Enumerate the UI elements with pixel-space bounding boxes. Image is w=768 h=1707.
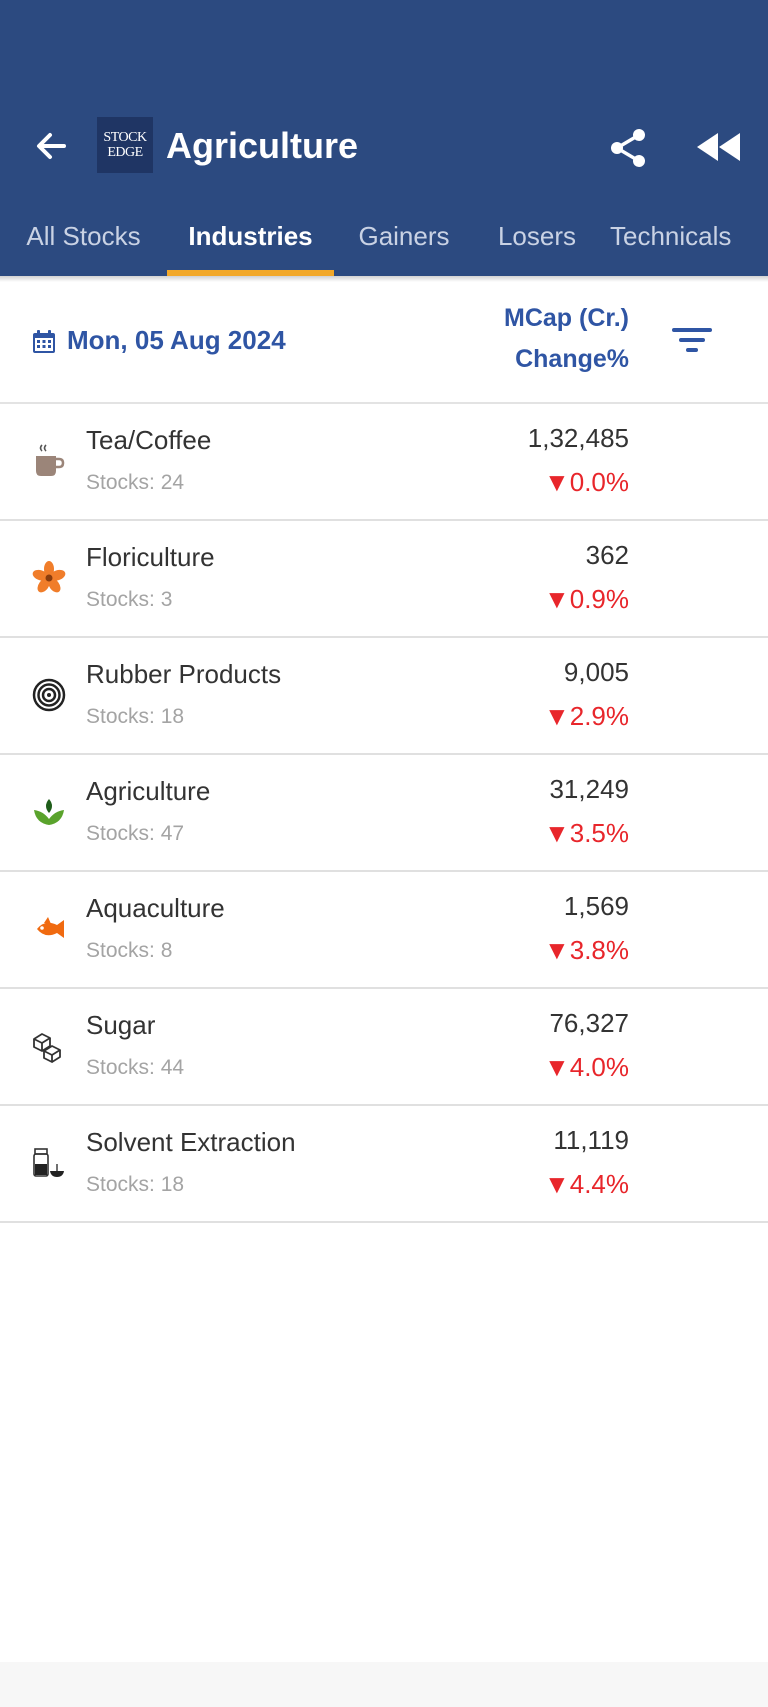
stock-count: Stocks: 18 [86, 1173, 185, 1196]
change-value: ▼3.8% [544, 935, 629, 965]
industry-name: Solvent Extraction [86, 1127, 296, 1157]
sugar-cubes-icon [33, 1033, 61, 1063]
stock-count: Stocks: 8 [86, 939, 173, 962]
mcap-value: 9,005 [563, 657, 629, 687]
mcap-value: 76,327 [549, 1008, 629, 1038]
industry-name: Floriculture [86, 542, 215, 572]
share-icon[interactable] [604, 124, 652, 172]
rubber-coil-icon [32, 678, 66, 712]
fish-icon [37, 917, 64, 938]
industry-row-solvent-extraction[interactable]: Solvent Extraction Stocks: 18 11,119 ▼4.… [0, 1106, 768, 1223]
date-selector[interactable]: Mon, 05 Aug 2024 [67, 322, 286, 358]
industry-row-sugar[interactable]: Sugar Stocks: 44 76,327 ▼4.0% [0, 989, 768, 1106]
industry-row-rubber-products[interactable]: Rubber Products Stocks: 18 9,005 ▼2.9% [0, 638, 768, 755]
industry-name: Rubber Products [86, 659, 282, 689]
change-value: ▼2.9% [544, 701, 629, 731]
tab-technicals[interactable]: Technicals [610, 210, 768, 276]
industry-row-tea-coffee[interactable]: Tea/Coffee Stocks: 24 1,32,485 ▼0.0% [0, 404, 768, 521]
mcap-value: 1,569 [563, 891, 629, 921]
page-title: Agriculture [166, 125, 359, 166]
industry-row-agriculture[interactable]: Agriculture Stocks: 47 31,249 ▼3.5% [0, 755, 768, 872]
change-column-header[interactable]: Change% [515, 341, 629, 377]
change-value: ▼3.5% [544, 818, 629, 848]
filter-bar: Mon, 05 Aug 2024 MCap (Cr.) Change% [0, 282, 768, 404]
solvent-jar-icon [33, 1148, 64, 1177]
change-value: ▼4.4% [544, 1169, 629, 1199]
mcap-value: 1,32,485 [527, 423, 629, 453]
calendar-icon[interactable] [31, 329, 57, 355]
change-value: ▼4.0% [544, 1052, 629, 1082]
tab-industries[interactable]: Industries [167, 210, 334, 276]
change-value: ▼0.0% [544, 467, 629, 497]
tab-losers[interactable]: Losers [474, 210, 600, 276]
arrow-left-icon[interactable] [30, 124, 74, 168]
stockedge-logo: STOCK EDGE [97, 117, 153, 173]
tab-bar: All Stocks Industries Gainers Losers Tec… [0, 210, 768, 276]
mcap-value: 362 [585, 540, 629, 570]
plant-icon [34, 799, 64, 825]
mcap-value: 31,249 [549, 774, 629, 804]
app-bar: STOCK EDGE Agriculture All Stocks Indust… [0, 0, 768, 276]
coffee-cup-icon [36, 444, 65, 476]
stock-count: Stocks: 44 [86, 1056, 185, 1079]
tab-gainers[interactable]: Gainers [334, 210, 474, 276]
stock-count: Stocks: 47 [86, 822, 185, 845]
rewind-icon[interactable] [694, 126, 744, 168]
filter-icon[interactable] [670, 322, 714, 358]
stock-count: Stocks: 3 [86, 588, 173, 611]
stock-count: Stocks: 24 [86, 471, 185, 494]
mcap-column-header[interactable]: MCap (Cr.) [504, 300, 629, 336]
stock-count: Stocks: 18 [86, 705, 185, 728]
flower-icon [32, 561, 66, 593]
industry-row-aquaculture[interactable]: Aquaculture Stocks: 8 1,569 ▼3.8% [0, 872, 768, 989]
industry-row-floriculture[interactable]: Floriculture Stocks: 3 362 ▼0.9% [0, 521, 768, 638]
navigation-bar-area [0, 1662, 768, 1707]
change-value: ▼0.9% [544, 584, 629, 614]
industry-name: Agriculture [86, 776, 211, 806]
industry-name: Tea/Coffee [86, 425, 212, 455]
industry-name: Sugar [86, 1010, 156, 1040]
tab-all-stocks[interactable]: All Stocks [0, 210, 167, 276]
industry-name: Aquaculture [86, 893, 225, 923]
mcap-value: 11,119 [553, 1125, 629, 1155]
